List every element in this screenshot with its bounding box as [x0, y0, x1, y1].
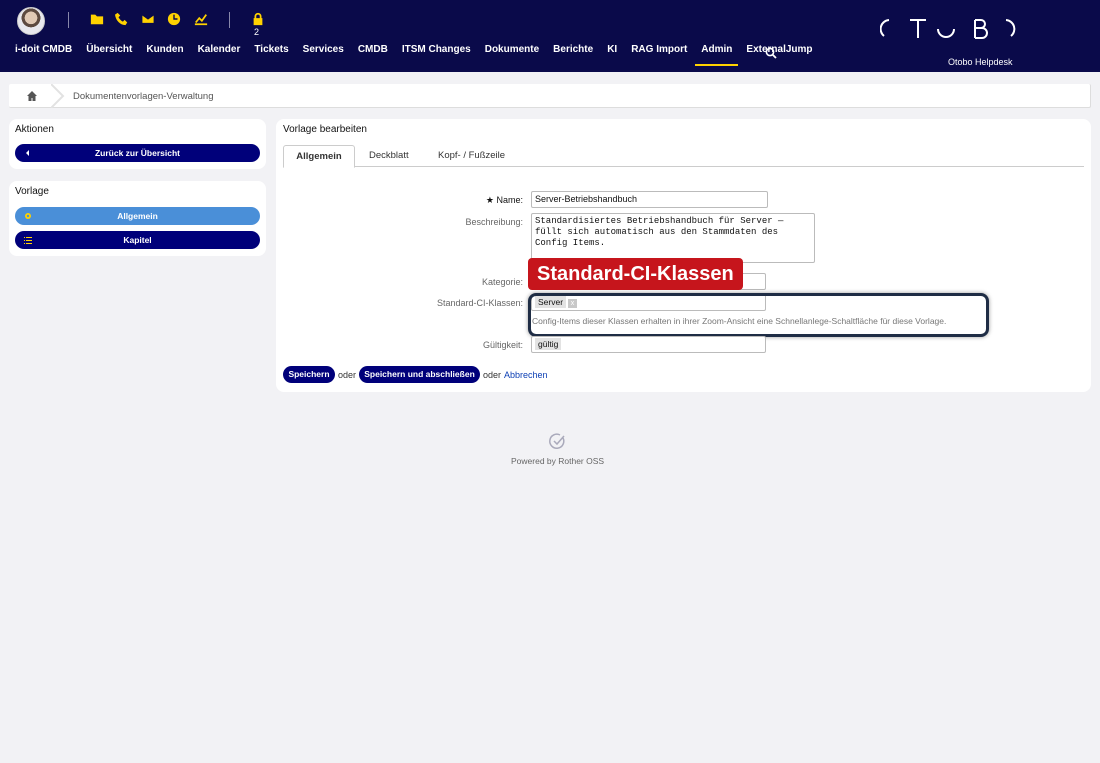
nav-tickets[interactable]: Tickets — [254, 44, 288, 68]
panel-title: Vorlage bearbeiten — [283, 124, 367, 135]
lock-icon[interactable] — [250, 11, 266, 27]
nav-admin[interactable]: Admin — [695, 44, 739, 68]
ci-classes-hint: Config-Items dieser Klassen erhalten in … — [532, 316, 947, 326]
chart-icon[interactable] — [193, 11, 209, 27]
or-text: oder — [338, 370, 357, 380]
top-navigation-bar: 2 i-doit CMDB Übersicht Kunden Kalender … — [0, 0, 1100, 72]
actions-title: Aktionen — [15, 124, 54, 135]
nav-idoit-cmdb[interactable]: i-doit CMDB — [15, 44, 72, 68]
or-text: oder — [483, 370, 502, 380]
nav-uebersicht[interactable]: Übersicht — [86, 44, 132, 68]
tab-kopf-fusszeile[interactable]: Kopf- / Fußzeile — [438, 145, 505, 167]
nav-berichte[interactable]: Berichte — [553, 44, 593, 68]
lock-count: 2 — [254, 27, 260, 37]
save-and-close-button[interactable]: Speichern und abschließen — [359, 366, 480, 383]
breadcrumb: Dokumentenvorlagen-Verwaltung — [9, 84, 1091, 108]
tab-deckblatt[interactable]: Deckblatt — [369, 145, 409, 167]
nav-cmdb[interactable]: CMDB — [358, 44, 388, 68]
back-button-label: Zurück zur Übersicht — [94, 148, 181, 158]
gear-icon — [25, 213, 31, 219]
nav-kalender[interactable]: Kalender — [198, 44, 241, 68]
validity-select[interactable]: gültig — [531, 336, 766, 353]
name-label: ★ Name: — [485, 195, 523, 205]
divider — [68, 12, 69, 28]
phone-icon[interactable] — [114, 11, 130, 27]
cancel-link[interactable]: Abbrechen — [504, 370, 548, 380]
nav-services[interactable]: Services — [303, 44, 344, 68]
logo-subtitle: Otobo Helpdesk — [948, 57, 1013, 67]
sidebar-item-kapitel[interactable]: Kapitel — [15, 231, 260, 249]
sidebar-item-label: Kapitel — [123, 235, 152, 245]
divider — [229, 12, 230, 28]
clock-icon[interactable] — [166, 11, 182, 27]
nav-externaljump[interactable]: ExternalJump — [746, 44, 812, 68]
folder-icon[interactable] — [89, 11, 105, 27]
home-icon[interactable] — [26, 90, 38, 102]
sidebar-item-label: Allgemein — [117, 211, 158, 221]
mail-icon[interactable] — [140, 11, 156, 27]
search-icon[interactable] — [765, 47, 777, 59]
nav-itsm-changes[interactable]: ITSM Changes — [402, 44, 471, 68]
save-button[interactable]: Speichern — [283, 366, 335, 383]
nav-ki[interactable]: KI — [607, 44, 617, 68]
arrow-left-icon — [26, 150, 29, 156]
main-nav: i-doit CMDB Übersicht Kunden Kalender Ti… — [15, 44, 827, 68]
highlight-frame — [528, 293, 989, 337]
template-box: Vorlage Allgemein Kapitel — [9, 181, 266, 256]
breadcrumb-current: Dokumentenvorlagen-Verwaltung — [73, 91, 214, 102]
otobo-logo — [880, 19, 1016, 39]
description-textarea[interactable]: Standardisiertes Betriebshandbuch für Se… — [531, 213, 815, 263]
powered-by: Powered by Rother OSS — [511, 456, 605, 466]
callout-label: Standard-CI-Klassen — [528, 258, 743, 290]
name-input[interactable]: Server-Betriebshandbuch — [531, 191, 768, 208]
user-avatar[interactable] — [17, 7, 45, 35]
back-to-overview-button[interactable]: Zurück zur Übersicht — [15, 144, 260, 162]
tab-bar: Allgemein Deckblatt Kopf- / Fußzeile — [283, 145, 1084, 168]
validity-label: Gültigkeit: — [482, 340, 523, 350]
nav-rag-import[interactable]: RAG Import — [631, 44, 687, 68]
otobo-check-icon — [549, 433, 565, 449]
tab-allgemein[interactable]: Allgemein — [283, 145, 355, 168]
description-label: Beschreibung: — [465, 217, 523, 227]
list-icon — [24, 237, 32, 244]
template-title: Vorlage — [15, 186, 49, 197]
actions-box: Aktionen Zurück zur Übersicht — [9, 119, 266, 169]
breadcrumb-separator — [51, 84, 65, 108]
nav-dokumente[interactable]: Dokumente — [485, 44, 539, 68]
nav-kunden[interactable]: Kunden — [146, 44, 183, 68]
ci-classes-label: Standard-CI-Klassen: — [436, 298, 523, 308]
category-label: Kategorie: — [481, 277, 523, 287]
sidebar-item-allgemein[interactable]: Allgemein — [15, 207, 260, 225]
validity-tag: gültig — [535, 338, 562, 350]
